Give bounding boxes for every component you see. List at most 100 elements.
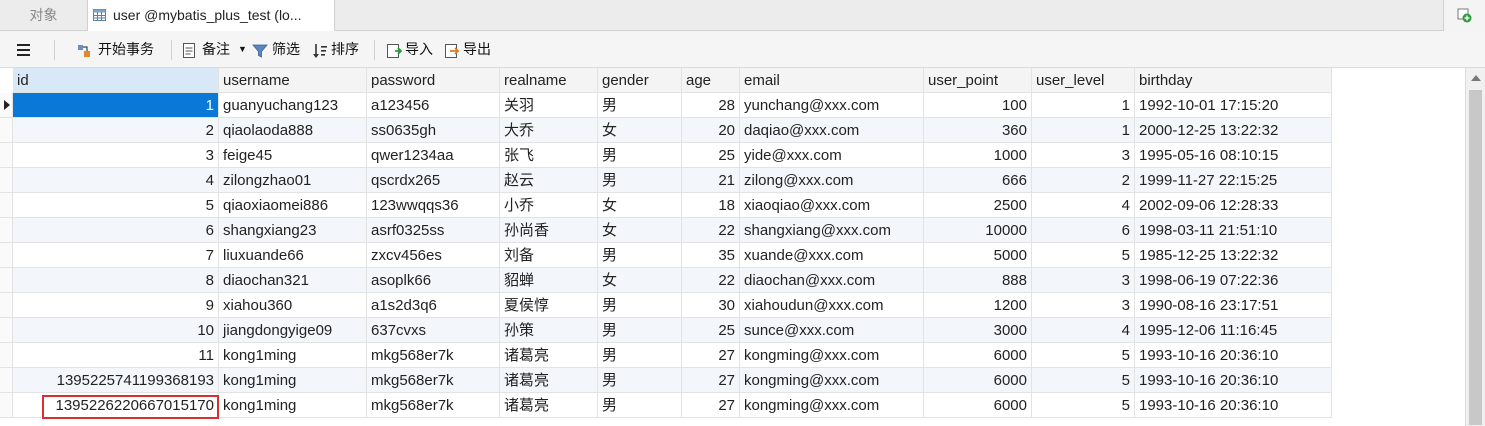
cell-password[interactable]: asrf0325ss (367, 218, 500, 243)
begin-transaction-button[interactable]: 开始事务 (76, 31, 162, 68)
cell-age[interactable]: 22 (682, 218, 740, 243)
new-tab-button[interactable] (1443, 0, 1485, 31)
cell-birthday[interactable]: 1999-11-27 22:15:25 (1135, 168, 1332, 193)
cell-username[interactable]: diaochan321 (219, 268, 367, 293)
cell-birthday[interactable]: 1993-10-16 20:36:10 (1135, 393, 1332, 418)
row-selector[interactable] (0, 143, 13, 168)
cell-age[interactable]: 20 (682, 118, 740, 143)
cell-realname[interactable]: 诸葛亮 (500, 343, 598, 368)
cell-password[interactable]: mkg568er7k (367, 393, 500, 418)
cell-realname[interactable]: 孙尚香 (500, 218, 598, 243)
cell-username[interactable]: kong1ming (219, 368, 367, 393)
table-row[interactable]: 11 kong1ming mkg568er7k 诸葛亮男 27 kongming@xxx.… (0, 343, 1465, 368)
row-selector[interactable] (0, 368, 13, 393)
cell-user-point[interactable]: 666 (924, 168, 1032, 193)
cell-user-level[interactable]: 6 (1032, 218, 1135, 243)
vertical-scrollbar[interactable] (1465, 68, 1485, 426)
row-selector[interactable] (0, 243, 13, 268)
import-button[interactable]: 导入 (386, 31, 438, 68)
cell-username[interactable]: kong1ming (219, 393, 367, 418)
cell-realname[interactable]: 小乔 (500, 193, 598, 218)
cell-realname[interactable]: 关羽 (500, 93, 598, 118)
cell-email[interactable]: sunce@xxx.com (740, 318, 924, 343)
column-header-gender[interactable]: gender (598, 68, 682, 93)
cell-gender[interactable]: 男 (598, 93, 682, 118)
cell-user-level[interactable]: 4 (1032, 318, 1135, 343)
cell-birthday[interactable]: 1993-10-16 20:36:10 (1135, 368, 1332, 393)
cell-birthday[interactable]: 1995-05-16 08:10:15 (1135, 143, 1332, 168)
cell-age[interactable]: 27 (682, 343, 740, 368)
cell-id[interactable]: 8 (13, 268, 219, 293)
sort-button[interactable]: 排序 (312, 31, 364, 68)
cell-age[interactable]: 27 (682, 368, 740, 393)
cell-email[interactable]: kongming@xxx.com (740, 368, 924, 393)
cell-password[interactable]: mkg568er7k (367, 368, 500, 393)
column-header-user-point[interactable]: user_point (924, 68, 1032, 93)
cell-gender[interactable]: 男 (598, 368, 682, 393)
cell-gender[interactable]: 女 (598, 118, 682, 143)
cell-email[interactable]: kongming@xxx.com (740, 343, 924, 368)
cell-username[interactable]: shangxiang23 (219, 218, 367, 243)
cell-user-level[interactable]: 5 (1032, 393, 1135, 418)
cell-email[interactable]: shangxiang@xxx.com (740, 218, 924, 243)
cell-age[interactable]: 18 (682, 193, 740, 218)
row-selector[interactable] (0, 218, 13, 243)
table-row[interactable]: 8 diaochan321 asoplk66 貂蝉女 22 diaochan@xxx.co… (0, 268, 1465, 293)
cell-birthday[interactable]: 2002-09-06 12:28:33 (1135, 193, 1332, 218)
cell-username[interactable]: feige45 (219, 143, 367, 168)
cell-gender[interactable]: 女 (598, 193, 682, 218)
cell-birthday[interactable]: 1992-10-01 17:15:20 (1135, 93, 1332, 118)
cell-id[interactable]: 6 (13, 218, 219, 243)
cell-realname[interactable]: 孙策 (500, 318, 598, 343)
cell-user-point[interactable]: 100 (924, 93, 1032, 118)
cell-age[interactable]: 27 (682, 393, 740, 418)
tab-objects[interactable]: 对象 (0, 0, 87, 31)
cell-realname[interactable]: 赵云 (500, 168, 598, 193)
cell-age[interactable]: 25 (682, 318, 740, 343)
cell-birthday[interactable]: 1998-06-19 07:22:36 (1135, 268, 1332, 293)
column-header-password[interactable]: password (367, 68, 500, 93)
cell-password[interactable]: zxcv456es (367, 243, 500, 268)
cell-realname[interactable]: 诸葛亮 (500, 368, 598, 393)
cell-id[interactable]: 1395225741199368193 (13, 368, 219, 393)
table-row[interactable]: 1 guanyuchang123 a123456 关羽男 28 yunchang@xxx.… (0, 93, 1465, 118)
cell-birthday[interactable]: 1995-12-06 11:16:45 (1135, 318, 1332, 343)
cell-gender[interactable]: 男 (598, 243, 682, 268)
table-row[interactable]: 3 feige45 qwer1234aa 张飞男 25 yide@xxx.com 1000 3… (0, 143, 1465, 168)
cell-age[interactable]: 21 (682, 168, 740, 193)
cell-id[interactable]: 5 (13, 193, 219, 218)
cell-user-point[interactable]: 2500 (924, 193, 1032, 218)
cell-birthday[interactable]: 1993-10-16 20:36:10 (1135, 343, 1332, 368)
cell-email[interactable]: diaochan@xxx.com (740, 268, 924, 293)
cell-email[interactable]: yunchang@xxx.com (740, 93, 924, 118)
cell-username[interactable]: liuxuande66 (219, 243, 367, 268)
export-button[interactable]: 导出 (444, 31, 496, 68)
cell-gender[interactable]: 男 (598, 293, 682, 318)
cell-password[interactable]: ss0635gh (367, 118, 500, 143)
cell-birthday[interactable]: 1985-12-25 13:22:32 (1135, 243, 1332, 268)
cell-gender[interactable]: 男 (598, 143, 682, 168)
cell-user-point[interactable]: 1200 (924, 293, 1032, 318)
cell-user-level[interactable]: 3 (1032, 268, 1135, 293)
row-selector[interactable] (0, 93, 13, 118)
column-header-birthday[interactable]: birthday (1135, 68, 1332, 93)
cell-realname[interactable]: 诸葛亮 (500, 393, 598, 418)
table-row[interactable]: 9 xiahou360 a1s2d3q6 夏侯惇男 30 xiahoudun@xxx.co… (0, 293, 1465, 318)
menu-button[interactable] (16, 31, 34, 68)
cell-id[interactable]: 1395226220667015170 (13, 393, 219, 418)
row-selector[interactable] (0, 118, 13, 143)
cell-username[interactable]: zilongzhao01 (219, 168, 367, 193)
cell-birthday[interactable]: 1990-08-16 23:17:51 (1135, 293, 1332, 318)
column-header-age[interactable]: age (682, 68, 740, 93)
cell-realname[interactable]: 张飞 (500, 143, 598, 168)
cell-user-point[interactable]: 360 (924, 118, 1032, 143)
cell-password[interactable]: 123wwqqs36 (367, 193, 500, 218)
cell-user-point[interactable]: 10000 (924, 218, 1032, 243)
row-selector[interactable] (0, 293, 13, 318)
cell-gender[interactable]: 女 (598, 268, 682, 293)
cell-username[interactable]: qiaoxiaomei886 (219, 193, 367, 218)
cell-password[interactable]: mkg568er7k (367, 343, 500, 368)
cell-username[interactable]: jiangdongyige09 (219, 318, 367, 343)
cell-age[interactable]: 35 (682, 243, 740, 268)
cell-gender[interactable]: 女 (598, 218, 682, 243)
